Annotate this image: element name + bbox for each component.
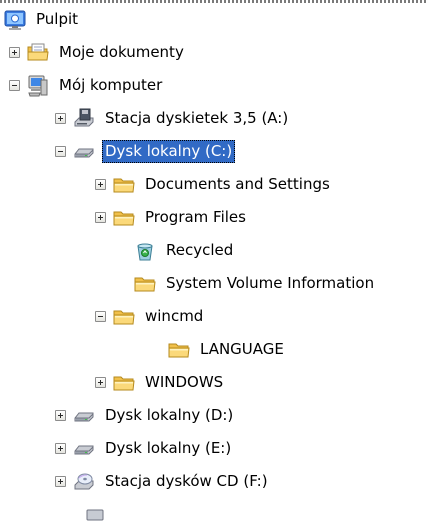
expand-plus-icon[interactable] (55, 443, 66, 454)
tree-item-label: Recycled (166, 241, 234, 259)
hard-drive-icon (72, 140, 96, 164)
tree-item-system-volume-information[interactable]: System Volume Information (133, 267, 377, 300)
tree-item-drive-c[interactable]: Dysk lokalny (C:) (55, 135, 236, 168)
folder-icon (133, 272, 157, 296)
desktop-icon (4, 10, 26, 30)
expand-plus-icon[interactable] (95, 212, 106, 223)
collapse-minus-icon[interactable] (55, 146, 66, 157)
tree-item-floppy-drive[interactable]: Stacja dyskietek 3,5 (A:) (55, 102, 291, 135)
expand-plus-icon[interactable] (55, 410, 66, 421)
my-computer-icon (28, 75, 48, 96)
collapse-minus-icon[interactable] (95, 311, 106, 322)
collapse-minus-icon[interactable] (9, 80, 20, 91)
tree-item-label: Stacja dysków CD (F:) (105, 472, 268, 490)
tree-item-partial[interactable] (83, 498, 113, 521)
my-documents-icon (27, 43, 49, 60)
tree-item-label: System Volume Information (166, 274, 375, 292)
hard-drive-icon (72, 437, 96, 461)
tree-item-label: Dysk lokalny (D:) (105, 406, 234, 424)
tree-item-drive-e[interactable]: Dysk lokalny (E:) (55, 432, 234, 465)
hard-drive-icon (72, 404, 96, 428)
tree-item-label: Mój komputer (59, 76, 163, 94)
tree-item-drive-d[interactable]: Dysk lokalny (D:) (55, 399, 236, 432)
expand-plus-icon[interactable] (95, 179, 106, 190)
tree-item-label: Documents and Settings (145, 175, 330, 193)
tree-item-label: Moje dokumenty (59, 43, 184, 61)
expand-plus-icon[interactable] (55, 476, 66, 487)
network-icon (86, 509, 104, 521)
folder-icon (112, 173, 136, 197)
tree-item-label-selected: Dysk lokalny (C:) (102, 140, 236, 163)
floppy-drive-icon (74, 108, 94, 126)
cd-drive-icon (74, 473, 94, 489)
tree-item-desktop[interactable]: Pulpit (3, 3, 81, 36)
expand-plus-icon[interactable] (55, 113, 66, 124)
expand-plus-icon[interactable] (9, 47, 20, 58)
recycle-bin-icon (137, 243, 153, 260)
tree-item-label: LANGUAGE (200, 340, 284, 358)
tree-item-label: Program Files (145, 208, 246, 226)
tree-item-language[interactable]: LANGUAGE (167, 333, 287, 366)
tree-item-label: Pulpit (36, 10, 79, 28)
tree-item-program-files[interactable]: Program Files (95, 201, 249, 234)
folder-icon (112, 305, 136, 329)
folder-icon (167, 338, 191, 362)
tree-item-my-documents[interactable]: Moje dokumenty (9, 36, 187, 69)
tree-item-recycled[interactable]: Recycled (133, 234, 236, 267)
tree-item-my-computer[interactable]: Mój komputer (9, 69, 165, 102)
tree-item-label: Stacja dyskietek 3,5 (A:) (105, 109, 289, 127)
tree-item-windows[interactable]: WINDOWS (95, 366, 226, 399)
tree-item-label: WINDOWS (145, 373, 224, 391)
tree-item-label: wincmd (145, 307, 204, 325)
tree-item-label: Dysk lokalny (E:) (105, 439, 232, 457)
folder-icon (112, 206, 136, 230)
folder-icon (112, 371, 136, 395)
tree-item-documents-and-settings[interactable]: Documents and Settings (95, 168, 333, 201)
tree-item-cd-drive[interactable]: Stacja dysków CD (F:) (55, 465, 271, 498)
tree-item-wincmd[interactable]: wincmd (95, 300, 206, 333)
expand-plus-icon[interactable] (95, 377, 106, 388)
